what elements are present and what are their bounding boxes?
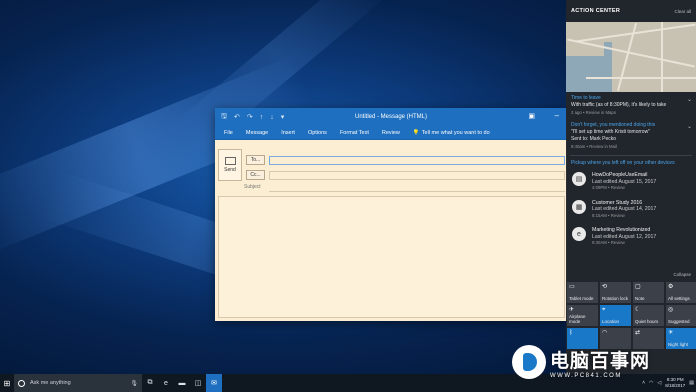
cortana-search-box[interactable]: Ask me anything 🎙 — [14, 374, 142, 392]
lightbulb-icon: 💡 — [412, 129, 420, 136]
tab-insert[interactable]: Insert — [281, 130, 295, 136]
clear-all-link[interactable]: Clear all — [674, 9, 691, 14]
list-item[interactable]: ▦ Customer Study 2016 Last edited August… — [566, 196, 696, 224]
redo-icon[interactable]: ↷ — [247, 113, 253, 121]
action-center: ACTION CENTER Clear all Time to leave Wi… — [566, 0, 696, 374]
pickup-header[interactable]: Pickup where you left off on your other … — [566, 158, 696, 168]
search-placeholder: Ask me anything — [30, 380, 71, 386]
tell-me-box[interactable]: 💡 Tell me what you want to do — [413, 130, 490, 136]
doc-edited: Last edited August 14, 2017 — [592, 206, 657, 212]
watermark-logo — [512, 345, 546, 379]
send-envelope-icon — [224, 157, 236, 165]
file-explorer-icon[interactable]: ▬ — [174, 374, 190, 392]
watermark-url: WWW.PC841.COM — [550, 372, 622, 379]
location-icon: ⌖ — [602, 307, 606, 313]
to-field[interactable] — [269, 156, 565, 165]
rotation-lock-icon: ⟲ — [602, 284, 608, 290]
notification-traffic[interactable]: Time to leave With traffic (as of 8:30PM… — [566, 92, 696, 119]
quiet-hours-icon: ☾ — [635, 307, 641, 313]
notification-text: "I'll set up time with Kristi tomorrow" — [571, 129, 650, 135]
subject-field[interactable] — [269, 183, 565, 192]
edge-icon: e — [572, 227, 586, 241]
edge-icon[interactable]: e — [158, 374, 174, 392]
tab-message[interactable]: Message — [246, 130, 268, 136]
notification-sub: Sent to: Mark Pecko — [571, 136, 617, 142]
cc-button[interactable]: Cc... — [246, 170, 265, 180]
windows-logo-icon: ⊞ — [3, 378, 11, 388]
pickup-text: Pickup where you left off on your other … — [571, 160, 675, 166]
cortana-icon — [18, 379, 25, 387]
action-center-title: ACTION CENTER — [571, 8, 621, 14]
message-body[interactable] — [218, 196, 565, 318]
tab-format-text[interactable]: Format Text — [340, 130, 369, 136]
minimize-icon[interactable]: – — [555, 111, 559, 120]
ribbon-tabs: File Message Insert Options Format Text … — [215, 126, 567, 140]
notification-reminder[interactable]: Don't forget, you mentioned doing this "… — [566, 119, 696, 153]
save-icon[interactable]: 🖫 — [221, 112, 227, 123]
notification-text: With traffic (as of 8:30PM), it's likely… — [571, 102, 667, 108]
ribbon-display-icon[interactable]: ▣ — [528, 112, 535, 120]
doc-meta: 4:09PM • Review — [592, 185, 625, 190]
notification-meta: 2 ago • Review in Maps — [571, 110, 616, 115]
doc-title: Marketing Revolutionized — [592, 227, 651, 233]
outlook-icon[interactable]: ✉ — [206, 374, 222, 392]
down-icon[interactable]: ↓ — [270, 114, 274, 121]
tell-me-text: Tell me what you want to do — [421, 129, 490, 136]
customize-icon[interactable]: ▾ — [281, 113, 285, 121]
list-item[interactable]: ▤ HowDoPeopleUseEmail Last edited August… — [566, 168, 696, 196]
doc-title: HowDoPeopleUseEmail — [592, 172, 648, 178]
doc-meta: 9:30AM • Review — [592, 240, 625, 245]
tile-rotation-lock[interactable]: ⟲ Rotation lock — [600, 282, 631, 303]
tab-file[interactable]: File — [224, 130, 233, 136]
note-icon: ▢ — [635, 284, 641, 290]
outlook-message-window: 🖫 ↶ ↷ ↑ ↓ ▾ Untitled - Message (HTML) ▣ … — [215, 108, 567, 321]
store-icon[interactable]: ◫ — [190, 374, 206, 392]
tab-review[interactable]: Review — [382, 130, 400, 136]
watermark: 电脑百事网 WWW.PC841.COM — [512, 334, 692, 390]
compose-area: Send To... Cc... Subject — [215, 141, 567, 321]
send-label: Send — [224, 167, 236, 173]
undo-icon[interactable]: ↶ — [234, 113, 240, 121]
tile-airplane-mode[interactable]: ✈ Airplane mode — [567, 305, 598, 326]
notification-header: Don't forget, you mentioned doing this — [571, 122, 656, 128]
up-icon[interactable]: ↑ — [260, 114, 264, 121]
tile-note[interactable]: ▢ Note — [633, 282, 664, 303]
start-button[interactable]: ⊞ — [0, 374, 14, 392]
folder-icon: ▦ — [572, 199, 586, 214]
expand-chevron-icon[interactable]: ⌄ — [687, 124, 692, 131]
expand-chevron-icon[interactable]: ⌄ — [687, 97, 692, 104]
notification-header: Time to leave — [571, 95, 601, 101]
notification-meta: 8:40am • Review in Mail — [571, 144, 617, 149]
divider — [570, 155, 692, 156]
suggested-icon: ◎ — [668, 307, 674, 313]
subject-label: Subject — [244, 184, 261, 190]
collapse-link[interactable]: Collapse — [673, 272, 691, 277]
title-bar: 🖫 ↶ ↷ ↑ ↓ ▾ Untitled - Message (HTML) ▣ … — [215, 108, 567, 126]
watermark-name: 电脑百事网 — [550, 349, 651, 372]
microphone-icon[interactable]: 🎙 — [130, 380, 138, 387]
tile-tablet-mode[interactable]: ▭ Tablet mode — [567, 282, 598, 303]
tile-quiet-hours[interactable]: ☾ Quiet hours — [633, 305, 664, 326]
task-view-icon[interactable]: ⧉ — [142, 374, 158, 392]
tile-location[interactable]: ⌖ Location — [600, 305, 631, 326]
tile-suggested[interactable]: ◎ Suggested — [666, 305, 696, 326]
tab-options[interactable]: Options — [308, 130, 327, 136]
tablet-mode-icon: ▭ — [569, 284, 575, 290]
doc-meta: 8:15AM • Review — [592, 212, 625, 218]
settings-icon: ⚙ — [668, 284, 674, 290]
tile-all-settings[interactable]: ⚙ All settings — [666, 282, 696, 303]
map-thumbnail[interactable] — [566, 22, 696, 92]
cc-field[interactable] — [269, 171, 565, 180]
list-item[interactable]: e Marketing Revolutionized Last edited A… — [566, 223, 696, 251]
action-center-header: ACTION CENTER Clear all — [566, 0, 696, 22]
quick-access-toolbar: 🖫 ↶ ↷ ↑ ↓ ▾ — [221, 112, 284, 123]
airplane-icon: ✈ — [569, 307, 575, 313]
send-button[interactable]: Send — [218, 149, 242, 181]
document-icon: ▤ — [572, 172, 586, 186]
to-button[interactable]: To... — [246, 155, 265, 165]
